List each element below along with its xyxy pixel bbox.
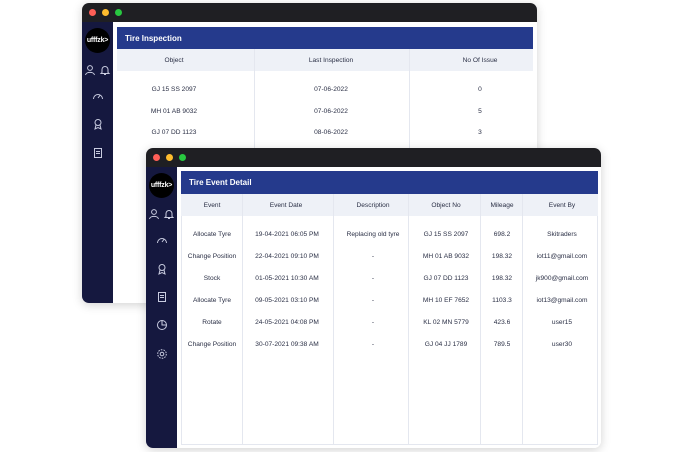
- column-divider: [408, 194, 409, 445]
- user-icon[interactable]: [84, 64, 96, 76]
- table-cell: 22-04-2021 09:10 PM: [255, 253, 319, 260]
- table-cell: -: [371, 275, 375, 282]
- table-cell: GJ 15 SS 2097: [423, 231, 469, 238]
- back-sidebar: ufffzk>: [82, 22, 113, 303]
- close-window-button[interactable]: [153, 154, 160, 161]
- app-logo[interactable]: ufffzk>: [149, 173, 174, 198]
- minimize-window-button[interactable]: [166, 154, 173, 161]
- table-cell: 30-07-2021 09:38 AM: [255, 341, 319, 348]
- bell-icon[interactable]: [163, 208, 175, 220]
- table-cell: user30: [551, 341, 573, 348]
- table-cell: 01-05-2021 10:30 AM: [255, 275, 319, 282]
- table-cell: Skitraders: [547, 231, 577, 238]
- column-divider: [333, 194, 334, 445]
- gauge-icon[interactable]: [156, 234, 168, 246]
- front-sidebar: ufffzk>: [146, 167, 177, 448]
- table-cell: 1103.3: [492, 297, 512, 304]
- column-header-event-by[interactable]: Event By: [549, 202, 575, 209]
- table-cell: iot13@gmail.com: [536, 297, 588, 304]
- table-cell: MH 01 AB 9032: [150, 108, 198, 115]
- table-cell: 07-06-2022: [314, 86, 348, 93]
- table-cell: 198.32: [491, 275, 513, 282]
- front-window: ufffzk> Tire Event Detail Event Event Da…: [146, 148, 601, 448]
- maximize-window-button[interactable]: [179, 154, 186, 161]
- maximize-window-button[interactable]: [115, 9, 122, 16]
- table-cell: 19-04-2021 06:05 PM: [255, 231, 319, 238]
- table-cell: Stock: [203, 275, 221, 282]
- column-header-event-date[interactable]: Event Date: [270, 202, 303, 209]
- user-icon[interactable]: [148, 208, 160, 220]
- table-cell: 198.32: [491, 253, 513, 260]
- table-cell: KL 02 MN 5779: [423, 319, 469, 326]
- table-cell: 789.5: [493, 341, 511, 348]
- table-header: Event Event Date Description Object No M…: [181, 194, 598, 216]
- bell-icon[interactable]: [99, 64, 111, 76]
- minimize-window-button[interactable]: [102, 9, 109, 16]
- panel-title: Tire Inspection: [117, 27, 533, 49]
- column-header-object[interactable]: Object: [164, 57, 183, 64]
- table-cell: GJ 04 JJ 1789: [424, 341, 468, 348]
- table-cell: GJ 07 DD 1123: [151, 129, 197, 136]
- front-window-titlebar: [146, 148, 601, 167]
- table-cell: GJ 07 DD 1123: [423, 275, 469, 282]
- table-cell: Allocate Tyre: [193, 231, 231, 238]
- close-window-button[interactable]: [89, 9, 96, 16]
- table-cell: 423.6: [493, 319, 511, 326]
- table-cell: Change Position: [187, 253, 237, 260]
- column-divider: [522, 194, 523, 445]
- table-cell: 24-05-2021 04:08 PM: [255, 319, 319, 326]
- table-cell: Change Position: [187, 341, 237, 348]
- table-cell: 3: [478, 129, 482, 136]
- table-cell: GJ 15 SS 2097: [151, 86, 197, 93]
- table-cell: 0: [478, 86, 482, 93]
- column-divider: [480, 194, 481, 445]
- table-cell: -: [371, 341, 375, 348]
- gauge-icon[interactable]: [92, 90, 104, 102]
- table-cell: Allocate Tyre: [193, 297, 231, 304]
- app-logo[interactable]: ufffzk>: [85, 28, 110, 53]
- column-header-object-no[interactable]: Object No: [431, 202, 460, 209]
- panel-title: Tire Event Detail: [181, 171, 598, 194]
- table-cell: iot11@gmail.com: [536, 253, 588, 260]
- column-header-event[interactable]: Event: [204, 202, 221, 209]
- settings-icon[interactable]: [156, 348, 168, 360]
- column-divider: [242, 194, 243, 445]
- column-header-mileage[interactable]: Mileage: [490, 202, 513, 209]
- pie-chart-icon[interactable]: [156, 319, 168, 331]
- table-cell: Replacing old tyre: [346, 231, 400, 238]
- document-icon[interactable]: [92, 147, 104, 159]
- document-icon[interactable]: [156, 291, 168, 303]
- table-cell: user15: [551, 319, 573, 326]
- table-cell: 5: [478, 108, 482, 115]
- table-header: Object Last Inspection No Of Issue: [117, 49, 533, 71]
- back-window-titlebar: [82, 3, 537, 22]
- table-cell: 698.2: [493, 231, 511, 238]
- table-cell: 08-06-2022: [314, 129, 348, 136]
- column-header-description[interactable]: Description: [357, 202, 390, 209]
- badge-icon[interactable]: [92, 118, 104, 130]
- column-header-last-inspection[interactable]: Last Inspection: [309, 57, 353, 64]
- badge-icon[interactable]: [156, 263, 168, 275]
- table-cell: jk900@gmail.com: [535, 275, 589, 282]
- front-content: Tire Event Detail Event Event Date Descr…: [177, 167, 601, 448]
- table-cell: Rotate: [202, 319, 222, 326]
- table-cell: -: [371, 253, 375, 260]
- table-cell: -: [371, 319, 375, 326]
- table-cell: MH 10 EF 7652: [422, 297, 470, 304]
- table-cell: 09-05-2021 03:10 PM: [255, 297, 319, 304]
- table-cell: 07-06-2022: [314, 108, 348, 115]
- table-cell: MH 01 AB 9032: [422, 253, 470, 260]
- column-header-no-of-issue[interactable]: No Of Issue: [463, 57, 498, 64]
- table-cell: -: [371, 297, 375, 304]
